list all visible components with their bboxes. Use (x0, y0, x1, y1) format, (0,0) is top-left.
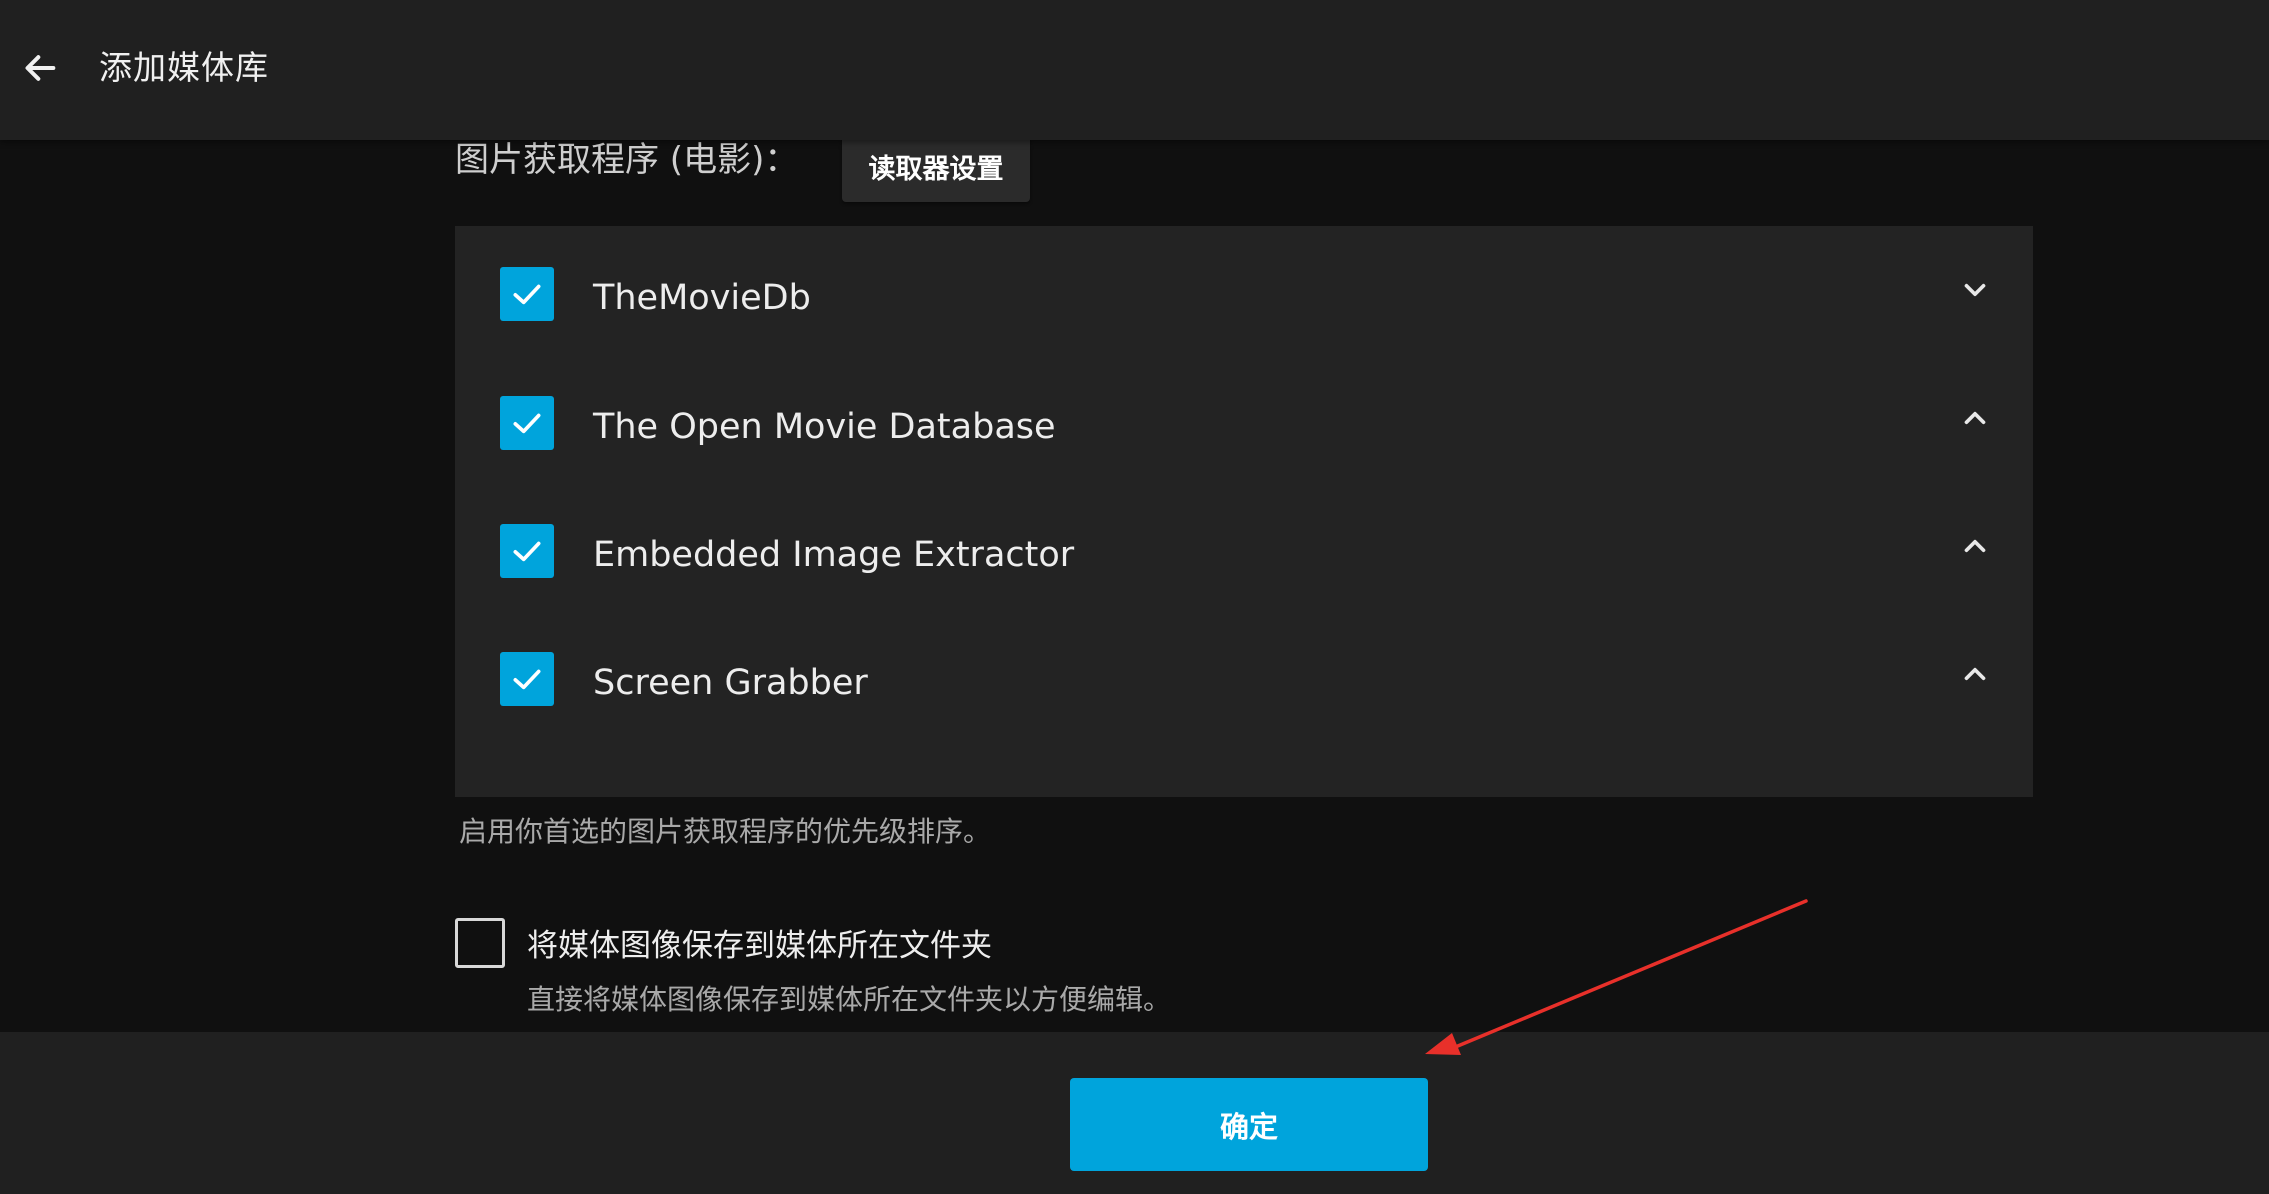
move-up-button[interactable] (1945, 644, 2005, 704)
arrow-left-icon (25, 55, 56, 81)
dialog-content: 图片获取程序 (电影)： 读取器设置 TheMovieDb The Open M… (0, 0, 2269, 1032)
fetcher-checkbox[interactable] (500, 267, 554, 321)
move-up-button[interactable] (1945, 516, 2005, 576)
fetcher-item-screen-grabber: Screen Grabber (455, 610, 2033, 738)
fetcher-item-themoviedb: TheMovieDb (455, 226, 2033, 354)
dialog-footer: 确定 (0, 1032, 2269, 1194)
fetcher-checkbox[interactable] (500, 524, 554, 578)
save-images-label: 将媒体图像保存到媒体所在文件夹 (527, 928, 992, 964)
back-button[interactable] (14, 40, 66, 96)
fetcher-name: Embedded Image Extractor (593, 535, 1075, 575)
image-fetchers-label: 图片获取程序 (电影)： (455, 140, 799, 180)
image-fetcher-list: TheMovieDb The Open Movie Database Embed… (455, 226, 2033, 797)
page-title: 添加媒体库 (99, 48, 269, 87)
chevron-up-icon (1964, 539, 1986, 553)
save-images-description: 直接将媒体图像保存到媒体所在文件夹以方便编辑。 (527, 983, 1172, 1016)
reader-settings-button[interactable]: 读取器设置 (842, 130, 1030, 202)
checkmark-icon (513, 284, 541, 305)
move-down-button[interactable] (1945, 260, 2005, 320)
chevron-down-icon (1964, 283, 1986, 297)
fetcher-checkbox[interactable] (500, 396, 554, 450)
fetcher-checkbox[interactable] (500, 652, 554, 706)
fetcher-name: TheMovieDb (593, 278, 811, 318)
fetcher-name: Screen Grabber (593, 663, 868, 703)
fetcher-name: The Open Movie Database (593, 407, 1056, 447)
ok-button[interactable]: 确定 (1070, 1078, 1428, 1171)
move-up-button[interactable] (1945, 388, 2005, 448)
fetcher-help-text: 启用你首选的图片获取程序的优先级排序。 (459, 815, 992, 848)
save-images-checkbox[interactable] (455, 918, 505, 968)
checkmark-icon (513, 669, 541, 690)
top-bar: 添加媒体库 (0, 0, 2269, 140)
fetcher-item-embedded-image-extractor: Embedded Image Extractor (455, 482, 2033, 610)
chevron-up-icon (1964, 411, 1986, 425)
add-library-dialog: 图片获取程序 (电影)： 读取器设置 TheMovieDb The Open M… (0, 0, 2269, 1194)
checkmark-icon (513, 413, 541, 434)
fetcher-item-omdb: The Open Movie Database (455, 354, 2033, 482)
chevron-up-icon (1964, 667, 1986, 681)
checkmark-icon (513, 541, 541, 562)
